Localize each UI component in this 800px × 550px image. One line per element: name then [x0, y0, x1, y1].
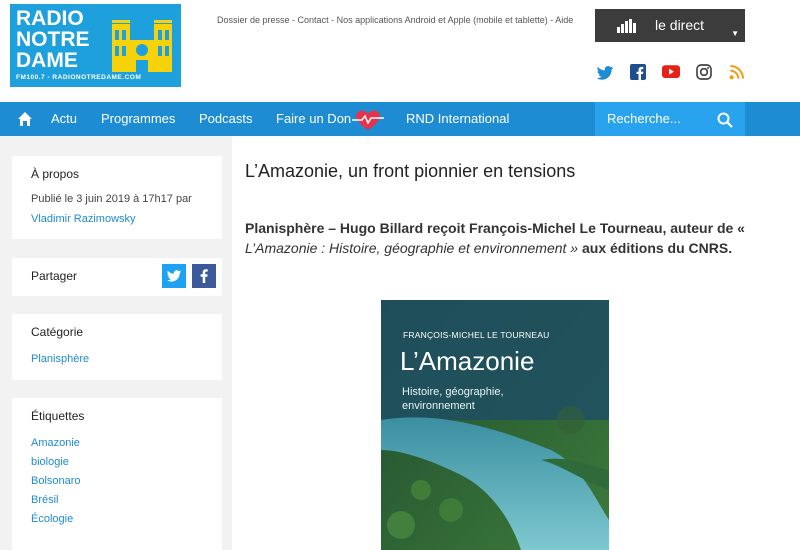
- category-link[interactable]: Planisphère: [31, 353, 89, 365]
- article-lead: Planisphère – Hugo Billard reçoit Franço…: [245, 218, 765, 258]
- search-input[interactable]: Recherche...: [607, 102, 707, 136]
- category-title: Catégorie: [31, 325, 84, 339]
- facebook-icon: [200, 269, 208, 283]
- share-card: Partager: [12, 258, 222, 296]
- youtube-icon[interactable]: [662, 64, 682, 82]
- twitter-icon[interactable]: [596, 64, 616, 82]
- author-link[interactable]: Vladimir Razimowsky: [31, 213, 136, 225]
- heart-icon: [352, 110, 384, 130]
- nav-item-rnd-international[interactable]: RND International: [406, 102, 509, 136]
- nav-item-programmes[interactable]: Programmes: [101, 102, 175, 136]
- tags-title: Étiquettes: [31, 409, 85, 423]
- twitter-icon: [167, 270, 182, 282]
- tag-link[interactable]: Amazonie: [31, 437, 80, 449]
- link-separator: -: [328, 15, 337, 25]
- lead-end: aux éditions du CNRS.: [578, 240, 733, 256]
- published-date: Publié le 3 juin 2019 à 17h17 par: [31, 193, 192, 205]
- book-subtitle: Histoire, géographie, environnement: [402, 386, 504, 412]
- logo-subtitle: FM100.7 - RADIONOTREDAME.COM: [16, 74, 142, 81]
- content-area: À propos Publié le 3 juin 2019 à 17h17 p…: [0, 136, 800, 550]
- home-icon[interactable]: [17, 111, 33, 127]
- link-separator: -: [289, 15, 298, 25]
- facebook-icon[interactable]: [630, 64, 650, 82]
- top-links: Dossier de presse - Contact - Nos applic…: [217, 15, 573, 25]
- lead-text: Planisphère – Hugo Billard reçoit Franço…: [245, 220, 745, 236]
- logo-text-line3: DAME: [16, 49, 78, 72]
- lead-book-title: L’Amazonie : Histoire, géographie et env…: [245, 240, 579, 256]
- about-title: À propos: [31, 167, 80, 181]
- tag-link[interactable]: Bolsonaro: [31, 475, 81, 487]
- caret-down-icon: ▼: [731, 29, 739, 38]
- search-icon[interactable]: [717, 112, 733, 128]
- help-link[interactable]: Aide: [555, 15, 573, 25]
- about-card: À propos Publié le 3 juin 2019 à 17h17 p…: [12, 156, 222, 239]
- book-cover: FRANÇOIS-MICHEL LE TOURNEAU L’Amazonie H…: [381, 300, 609, 550]
- search-box: Recherche...: [595, 102, 745, 136]
- nav-item-faire-un-don[interactable]: Faire un Don: [276, 102, 351, 136]
- twitter-share-button[interactable]: [162, 264, 186, 288]
- site-header: RADIO NOTRE DAME FM100.7 - RADIONOTREDAM…: [0, 0, 800, 102]
- instagram-icon[interactable]: [696, 64, 716, 82]
- nav-item-actu[interactable]: Actu: [51, 102, 77, 136]
- press-link[interactable]: Dossier de presse: [217, 15, 290, 25]
- equalizer-icon: [617, 19, 636, 33]
- share-title: Partager: [31, 269, 78, 283]
- contact-link[interactable]: Contact: [298, 15, 329, 25]
- tag-link[interactable]: Écologie: [31, 513, 73, 525]
- rss-icon[interactable]: [729, 64, 749, 82]
- nav-item-podcasts[interactable]: Podcasts: [199, 102, 252, 136]
- article: L’Amazonie, un front pionnier en tension…: [232, 136, 800, 550]
- site-logo[interactable]: RADIO NOTRE DAME FM100.7 - RADIONOTREDAM…: [10, 4, 181, 87]
- cathedral-icon: [112, 20, 172, 72]
- logo-text-line1: RADIO: [16, 7, 84, 30]
- category-card: Catégorie Planisphère: [12, 314, 222, 380]
- book-author: FRANÇOIS-MICHEL LE TOURNEAU: [403, 330, 550, 340]
- tags-card: Étiquettes Amazonie biologie Bolsonaro B…: [12, 398, 222, 550]
- article-title: L’Amazonie, un front pionnier en tension…: [245, 161, 576, 181]
- facebook-share-button[interactable]: [192, 264, 216, 288]
- book-title: L’Amazonie: [400, 346, 535, 376]
- tag-link[interactable]: Brésil: [31, 494, 59, 506]
- live-button[interactable]: le direct ▼: [595, 9, 745, 42]
- logo-text-line2: NOTRE: [16, 28, 90, 51]
- live-label: le direct: [655, 17, 705, 33]
- apps-link[interactable]: Nos applications Android et Apple (mobil…: [337, 15, 548, 25]
- tag-link[interactable]: biologie: [31, 456, 69, 468]
